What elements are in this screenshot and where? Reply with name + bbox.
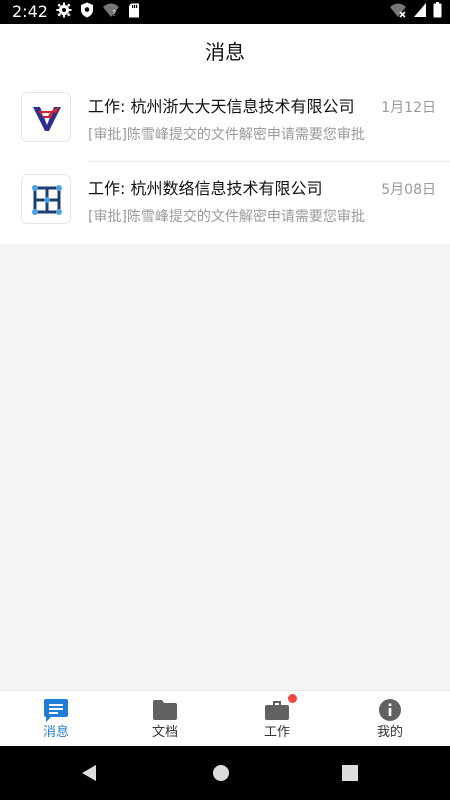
wifi-question-icon: ?: [102, 2, 120, 22]
tab-messages[interactable]: 消息: [0, 691, 112, 747]
tab-mine[interactable]: 我的: [334, 691, 446, 747]
company-logo-shuluo-icon: [21, 174, 71, 224]
message-preview: [审批]陈雪峰提交的文件解密申请需要您审批: [88, 127, 365, 143]
shield-icon: [80, 2, 94, 22]
wifi-off-icon: [389, 2, 407, 22]
system-nav-bar: [0, 746, 450, 800]
message-title: 工作: 杭州浙大大天信息技术有限公司: [88, 97, 355, 116]
tab-work[interactable]: 工作: [221, 691, 333, 747]
message-date: 5月08日: [381, 182, 436, 198]
status-icons-left: ?: [56, 2, 140, 22]
svg-text:?: ?: [112, 9, 116, 18]
recents-icon[interactable]: [341, 763, 359, 787]
home-icon[interactable]: [211, 763, 231, 787]
tab-label: 文档: [151, 725, 178, 740]
bottom-tab-bar: 消息 文档 工作 我的: [0, 690, 450, 746]
message-date: 1月12日: [381, 100, 436, 116]
app-screen: 2:42 ? 消息 工作: 杭州浙大大天信息技术有限公司 1月12日 [审批]陈…: [0, 0, 450, 800]
message-title: 工作: 杭州数络信息技术有限公司: [88, 179, 323, 198]
message-icon: [42, 697, 70, 723]
gear-icon: [56, 2, 72, 22]
message-item[interactable]: 工作: 杭州浙大大天信息技术有限公司 1月12日 [审批]陈雪峰提交的文件解密申…: [0, 80, 450, 162]
tab-documents[interactable]: 文档: [109, 691, 221, 747]
message-item[interactable]: 工作: 杭州数络信息技术有限公司 5月08日 [审批]陈雪峰提交的文件解密申请需…: [0, 162, 450, 244]
tab-label: 消息: [42, 725, 69, 740]
signal-icon: [413, 2, 427, 22]
tab-label: 我的: [376, 725, 403, 740]
notification-badge: [288, 694, 297, 703]
page-title: 消息: [205, 40, 245, 64]
status-bar: 2:42 ?: [0, 0, 450, 24]
back-icon[interactable]: [80, 763, 98, 787]
info-icon: [376, 697, 404, 723]
folder-icon: [151, 697, 179, 723]
message-list: 工作: 杭州浙大大天信息技术有限公司 1月12日 [审批]陈雪峰提交的文件解密申…: [0, 80, 450, 244]
briefcase-icon: [263, 697, 291, 723]
status-time: 2:42: [12, 2, 48, 21]
tab-label: 工作: [263, 725, 290, 740]
app-header: 消息: [0, 24, 450, 80]
sd-card-icon: [128, 3, 140, 22]
company-logo-zdtt-icon: [21, 92, 71, 142]
status-icons-right: [389, 2, 442, 22]
battery-icon: [433, 2, 442, 22]
message-preview: [审批]陈雪峰提交的文件解密申请需要您审批: [88, 209, 365, 225]
